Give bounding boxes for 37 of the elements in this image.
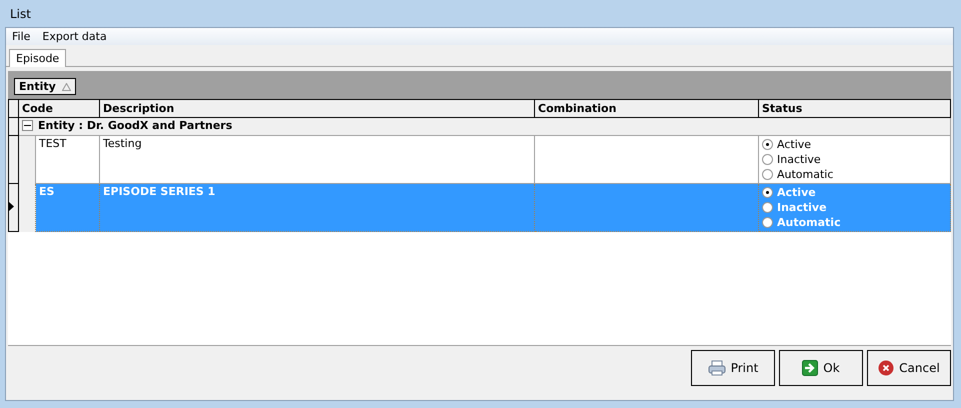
row-header[interactable] [8,118,18,136]
group-label: Entity [19,80,56,93]
ok-button[interactable]: Ok [779,350,863,386]
tab[interactable]: Episode [9,49,66,67]
radio-button[interactable] [762,202,773,213]
column-header[interactable]: Combination [534,100,758,118]
row-header-corner [8,100,18,118]
column-header[interactable]: Status [758,100,950,118]
window-title: List [10,6,31,20]
print-button[interactable]: Print [691,350,775,386]
radio-button[interactable] [762,217,773,228]
radio-label: Active [777,186,816,199]
group-row-label: Entity : Dr. GoodX and Partners [38,119,232,132]
radio-label: Automatic [777,216,841,229]
table-cell: EPISODE SERIES 1 [100,184,534,232]
current-row-icon [9,202,14,211]
sort-icon [62,82,71,90]
radio-label: Automatic [777,168,834,181]
cancel-button[interactable]: Cancel [867,350,951,386]
radio-label: Active [777,138,812,151]
column-header[interactable]: Description [100,100,534,118]
close-icon [878,360,894,376]
radio-label: Inactive [777,153,821,166]
printer-icon [708,360,726,376]
column-header[interactable]: Code [18,100,100,118]
row-header[interactable] [8,184,18,232]
radio-label: Inactive [777,201,827,214]
collapse-icon[interactable] [22,120,33,131]
radio-button[interactable] [762,169,773,180]
radio-button[interactable] [762,187,773,198]
radio-button[interactable] [762,139,773,150]
radio-button[interactable] [762,154,773,165]
menu-item[interactable]: File [8,30,34,43]
group-chip[interactable]: Entity [14,78,76,95]
menu-item[interactable]: Export data [38,30,111,43]
row-header[interactable] [8,136,18,184]
table-cell: ES [36,184,100,232]
